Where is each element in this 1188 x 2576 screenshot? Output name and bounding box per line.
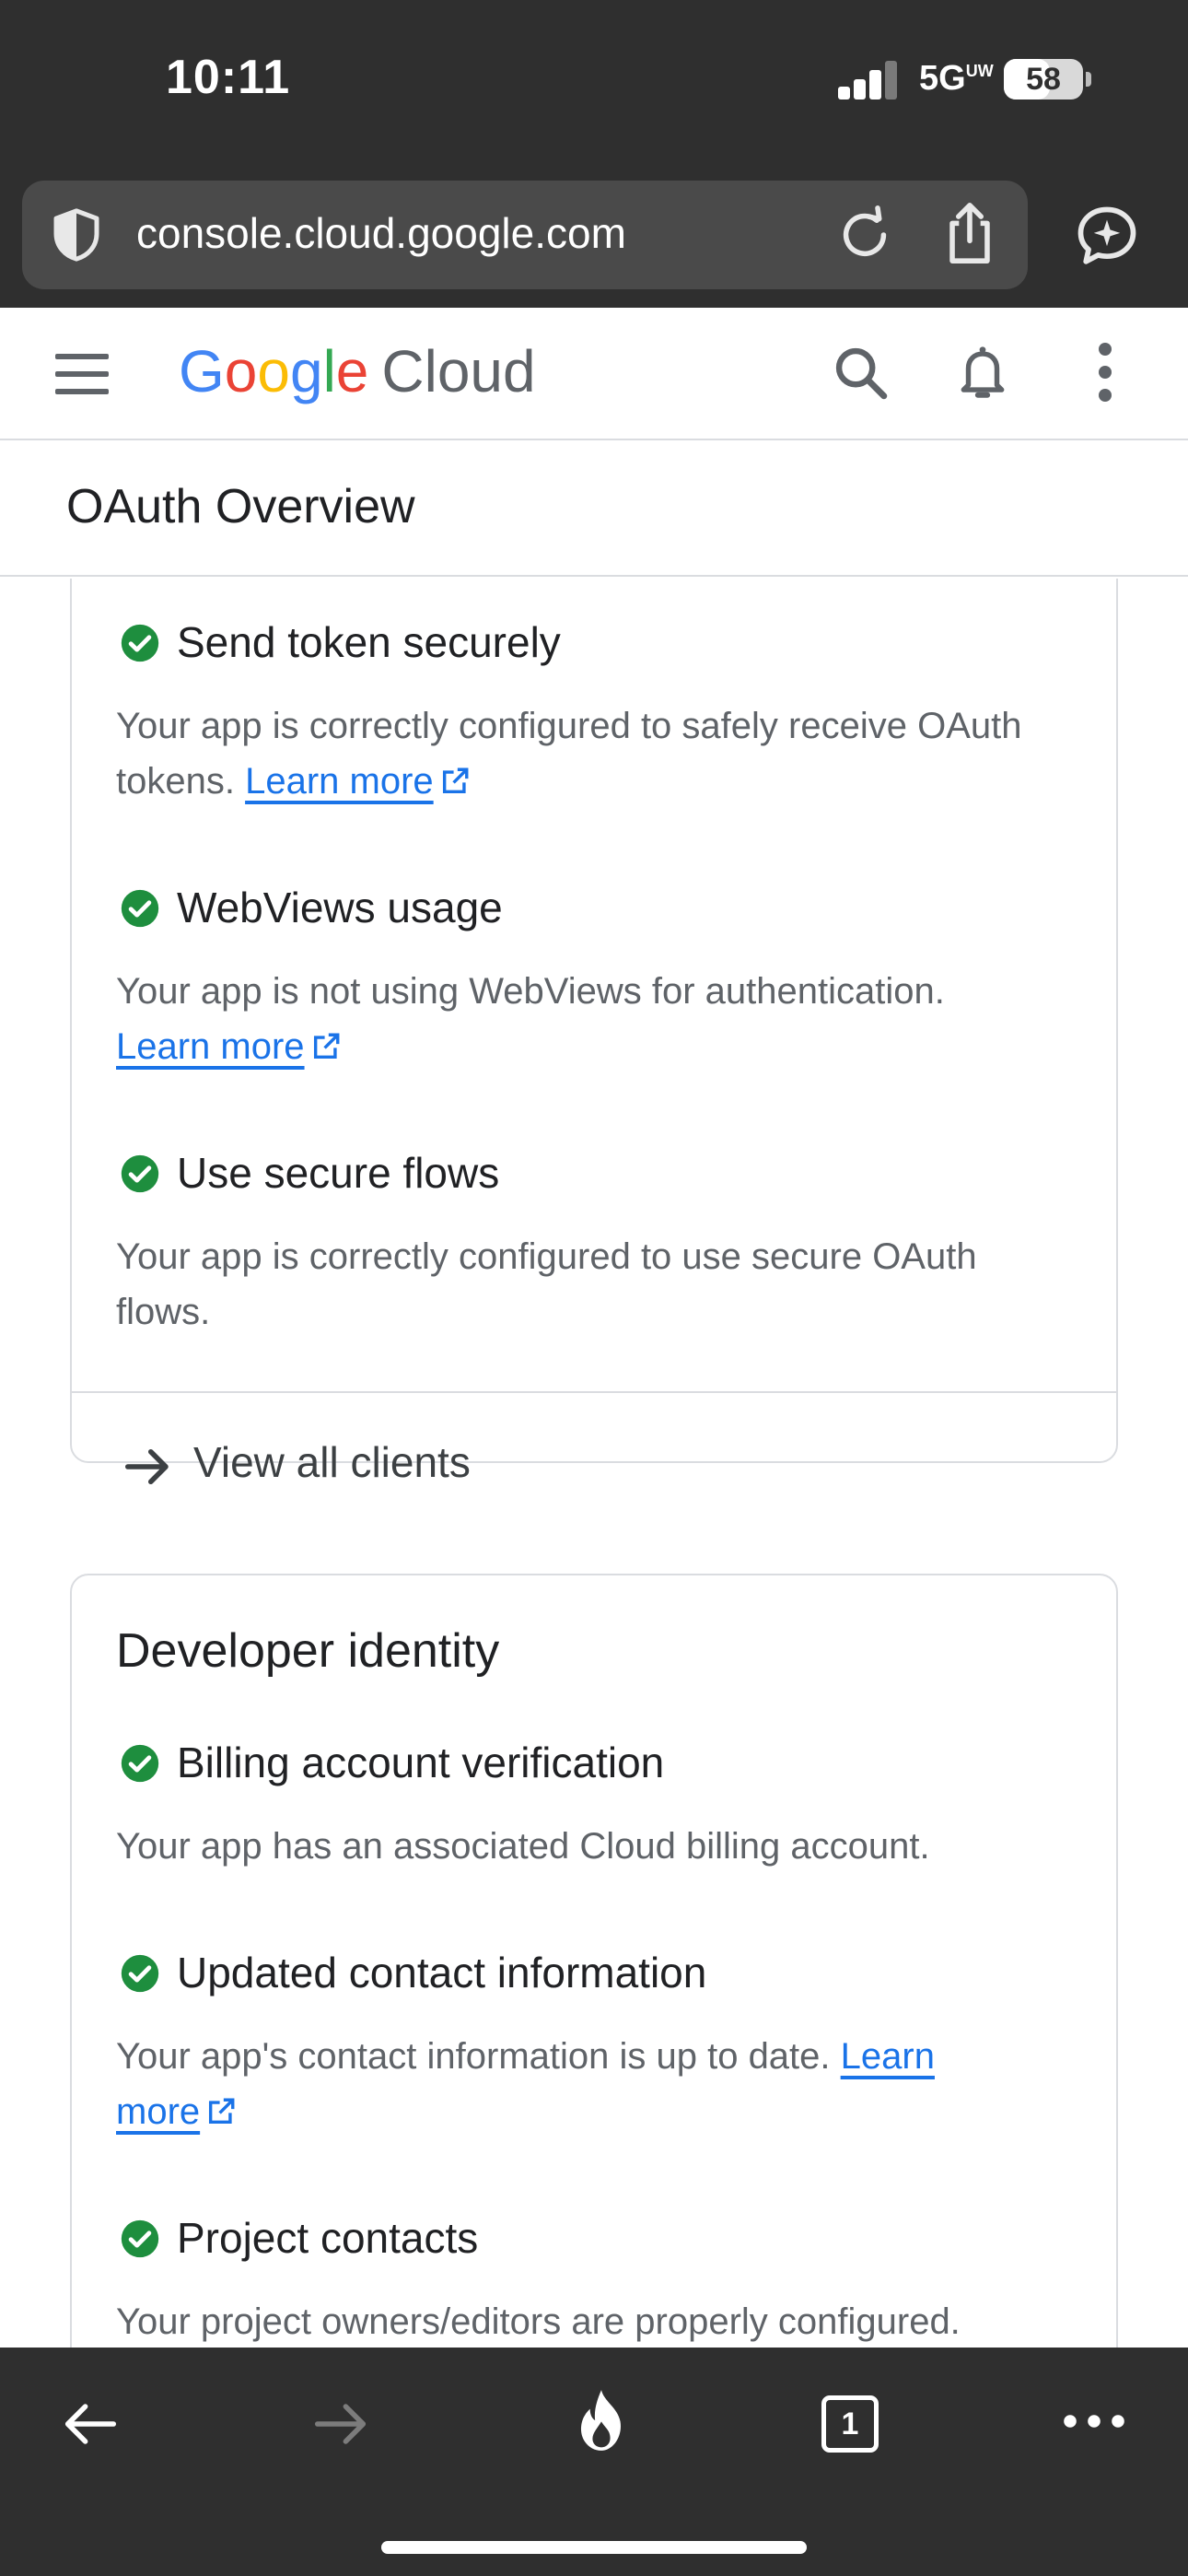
signal-strength-icon bbox=[838, 61, 897, 100]
section-title: Developer identity bbox=[116, 1624, 500, 1678]
check-description: Your app is correctly configured to safe… bbox=[116, 698, 1083, 809]
check-title: WebViews usage bbox=[177, 884, 503, 931]
check-title: Use secure flows bbox=[177, 1149, 500, 1197]
check-circle-icon bbox=[121, 889, 159, 928]
network-badge: UW bbox=[965, 62, 994, 80]
check-description-line: Your app is correctly configured to use … bbox=[116, 1236, 977, 1277]
more-vert-icon[interactable] bbox=[1096, 343, 1114, 402]
logo-letter: o bbox=[257, 338, 290, 404]
url-text[interactable]: console.cloud.google.com bbox=[136, 208, 626, 258]
card-divider bbox=[70, 1391, 1118, 1393]
logo-letter: e bbox=[335, 338, 369, 404]
check-circle-icon bbox=[121, 624, 159, 662]
check-description: Your app has an associated Cloud billing… bbox=[116, 1819, 1083, 1874]
external-link-icon[interactable] bbox=[310, 1031, 342, 1062]
back-arrow-icon[interactable] bbox=[57, 2392, 122, 2456]
check-circle-icon bbox=[121, 1154, 159, 1193]
page-title: OAuth Overview bbox=[66, 480, 415, 533]
arrow-right-icon bbox=[125, 1449, 169, 1484]
check-description-line: flows. bbox=[116, 1292, 211, 1332]
check-circle-icon bbox=[121, 1744, 159, 1783]
logo-product: Cloud bbox=[381, 338, 536, 404]
check-description: Your app's contact information is up to … bbox=[116, 2029, 1083, 2139]
learn-more-link[interactable]: Learn bbox=[841, 2036, 935, 2077]
check-description-line: Learn more bbox=[116, 1019, 1083, 1074]
check-circle-icon bbox=[121, 1954, 159, 1993]
hamburger-menu-icon[interactable] bbox=[55, 354, 111, 394]
check-description-line: Your project owners/editors are properly… bbox=[116, 2301, 961, 2342]
check-description-line: Your app is correctly configured to safe… bbox=[116, 706, 1022, 746]
check-title: Project contacts bbox=[177, 2214, 479, 2262]
home-indicator[interactable] bbox=[381, 2541, 807, 2554]
fire-icon[interactable] bbox=[571, 2386, 632, 2454]
google-cloud-logo[interactable]: Google Cloud bbox=[179, 337, 536, 405]
view-all-clients-label[interactable]: View all clients bbox=[193, 1437, 471, 1487]
check-description-line: Your app's contact information is up to … bbox=[116, 2029, 1083, 2084]
check-description-text: Your app's contact information is up to … bbox=[116, 2036, 831, 2077]
check-description-line: tokens. Learn more bbox=[116, 754, 1083, 809]
search-icon[interactable] bbox=[829, 341, 893, 405]
network-label: 5G bbox=[919, 59, 966, 98]
ai-assistant-icon[interactable] bbox=[1072, 201, 1142, 271]
learn-more-link[interactable]: more bbox=[116, 2091, 200, 2132]
learn-more-link[interactable]: Learn more bbox=[245, 761, 434, 802]
reload-icon[interactable] bbox=[833, 203, 897, 267]
check-title: Updated contact information bbox=[177, 1949, 707, 1996]
check-description: Your app is not using WebViews for authe… bbox=[116, 964, 1083, 1074]
check-description-line: Your app is not using WebViews for authe… bbox=[116, 971, 945, 1012]
battery-tip bbox=[1086, 72, 1091, 87]
learn-more-link[interactable]: Learn more bbox=[116, 1026, 305, 1067]
status-time: 10:11 bbox=[166, 51, 291, 104]
browser-page: 10:11 5GUW 58 console.cloud.google.com G… bbox=[0, 0, 1188, 2576]
logo-letter: l bbox=[322, 338, 336, 404]
check-title: Billing account verification bbox=[177, 1739, 665, 1786]
network-type: 5GUW bbox=[919, 59, 994, 99]
bell-icon[interactable] bbox=[954, 341, 1011, 405]
logo-letter: G bbox=[179, 338, 225, 404]
logo-letter: o bbox=[224, 338, 258, 404]
forward-arrow-icon[interactable] bbox=[309, 2392, 374, 2456]
battery-level: 58 bbox=[1026, 62, 1061, 97]
external-link-icon[interactable] bbox=[439, 766, 471, 797]
check-description: Your app is correctly configured to use … bbox=[116, 1229, 1083, 1340]
share-icon[interactable] bbox=[938, 199, 1002, 269]
content-area[interactable]: Send token securely Your app is correctl… bbox=[0, 579, 1188, 2348]
check-description-line: Your app has an associated Cloud billing… bbox=[116, 1826, 930, 1867]
check-title: Send token securely bbox=[177, 618, 561, 666]
check-description-line: more bbox=[116, 2084, 1083, 2139]
tabs-icon[interactable]: 1 bbox=[821, 2395, 879, 2453]
shield-icon[interactable] bbox=[46, 205, 107, 265]
logo-letter: g bbox=[289, 338, 323, 404]
more-horiz-icon[interactable] bbox=[1061, 2405, 1127, 2438]
check-description: Your project owners/editors are properly… bbox=[116, 2294, 1083, 2348]
external-link-icon[interactable] bbox=[205, 2096, 237, 2127]
check-circle-icon bbox=[121, 2219, 159, 2258]
battery-icon: 58 bbox=[1004, 59, 1083, 100]
check-description-text: tokens. bbox=[116, 761, 235, 802]
